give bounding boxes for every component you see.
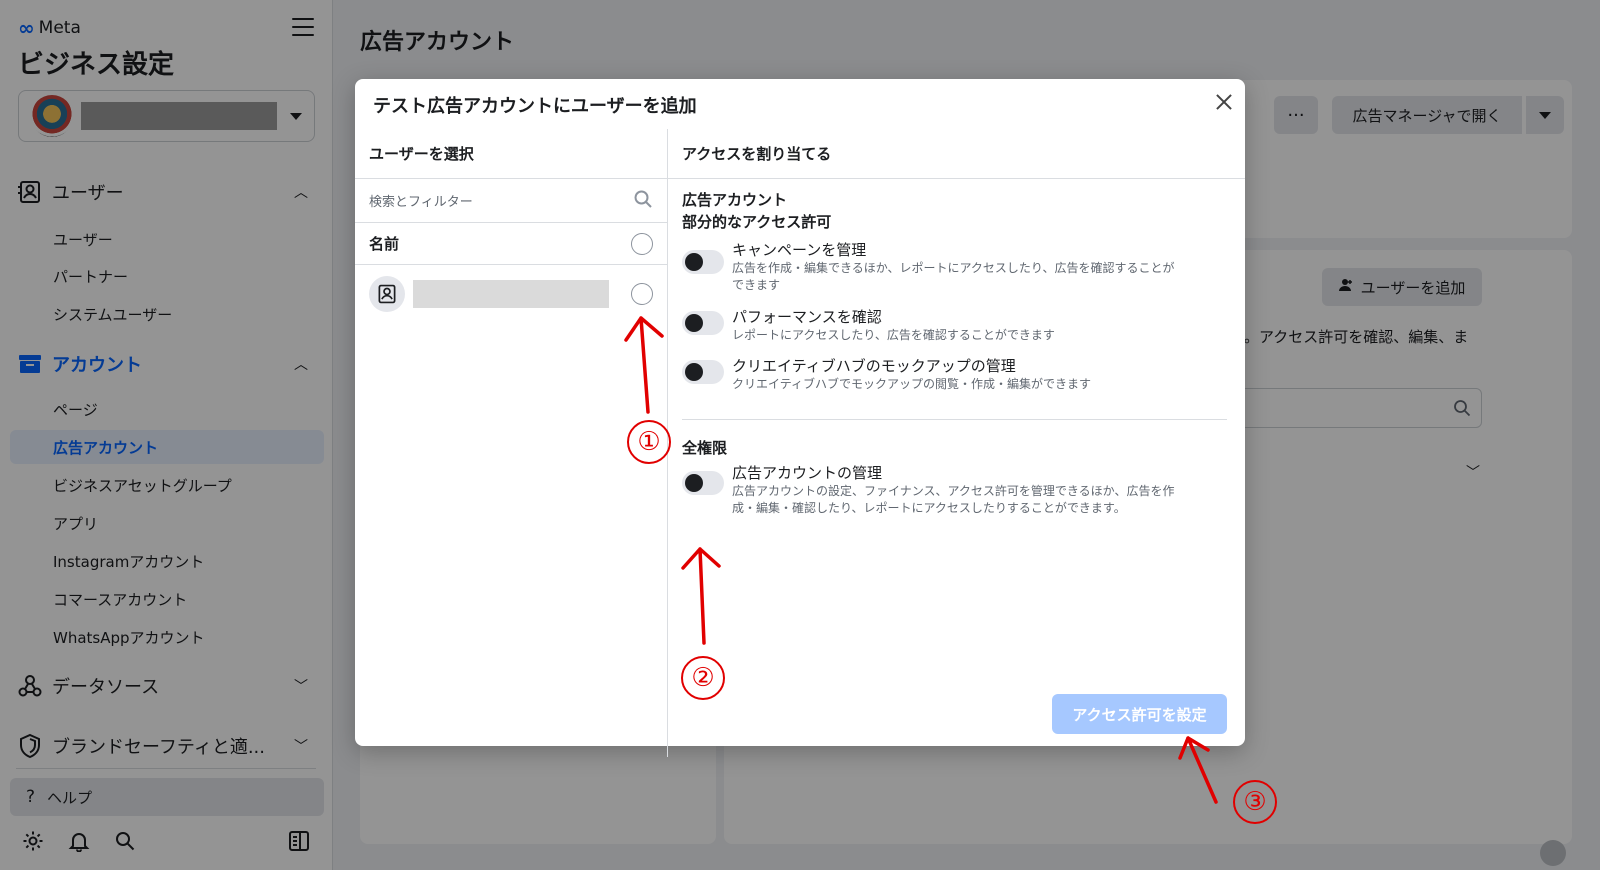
user-avatar xyxy=(369,276,405,312)
select-all-radio[interactable] xyxy=(631,232,653,255)
set-permissions-button[interactable]: アクセス許可を設定 xyxy=(1052,694,1227,734)
permission-manage-mockups: クリエイティブハブのモックアップの管理 クリエイティブハブでモックアップの閲覧・… xyxy=(682,356,1227,393)
permission-description: クリエイティブハブでモックアップの閲覧・作成・編集ができます xyxy=(732,377,1092,391)
permission-view-performance: パフォーマンスを確認 レポートにアクセスしたり、広告を確認することができます xyxy=(682,307,1227,344)
close-icon[interactable] xyxy=(1213,91,1235,113)
add-user-modal: テスト広告アカウントにユーザーを追加 ユーザーを選択 アクセスを割り当てる 検索… xyxy=(355,79,1245,757)
user-search-input[interactable]: 検索とフィルター xyxy=(355,179,667,223)
user-name-redacted xyxy=(413,280,609,308)
name-label: 名前 xyxy=(369,235,400,253)
user-select-radio[interactable] xyxy=(631,283,653,305)
view-performance-toggle[interactable] xyxy=(682,311,724,335)
permission-title: 広告アカウントの管理 xyxy=(732,464,883,482)
annotation-2: ② xyxy=(681,656,725,700)
permission-description-cont: 成・編集・確認したり、レポートにアクセスしたりすることができます。 xyxy=(732,501,1126,515)
permission-description-cont: できます xyxy=(732,278,781,292)
permission-manage-campaigns: キャンペーンを管理 広告を作成・編集できるほか、レポートにアクセスしたり、広告を… xyxy=(682,240,1227,294)
modal-title: テスト広告アカウントにユーザーを追加 xyxy=(373,96,697,117)
assign-access-header: アクセスを割り当てる xyxy=(682,145,832,163)
permission-title: キャンペーンを管理 xyxy=(732,241,867,259)
search-placeholder: 検索とフィルター xyxy=(369,195,473,210)
permission-group-full: 全権限 xyxy=(682,437,727,459)
search-icon xyxy=(633,189,653,213)
annotation-1: ① xyxy=(627,420,671,464)
permission-description: 広告を作成・編集できるほか、レポートにアクセスしたり、広告を確認することが xyxy=(732,261,1175,275)
name-column-header: 名前 xyxy=(355,223,667,265)
permission-manage-ad-account: 広告アカウントの管理 広告アカウントの設定、ファイナンス、アクセス許可を管理でき… xyxy=(682,463,1227,517)
group-title: 広告アカウント xyxy=(682,191,788,209)
permission-title: パフォーマンスを確認 xyxy=(732,308,882,326)
group-title: 全権限 xyxy=(682,439,728,457)
group-subtitle: 部分的なアクセス許可 xyxy=(682,213,832,231)
manage-mockups-toggle[interactable] xyxy=(682,360,724,384)
manage-ad-account-toggle[interactable] xyxy=(682,471,724,495)
permission-divider xyxy=(682,419,1227,420)
permission-description: 広告アカウントの設定、ファイナンス、アクセス許可を管理できるほか、広告を作 xyxy=(732,484,1175,498)
permission-title: クリエイティブハブのモックアップの管理 xyxy=(732,357,1016,375)
permission-group-partial: 広告アカウント 部分的なアクセス許可 xyxy=(682,189,831,233)
permission-description: レポートにアクセスしたり、広告を確認することができます xyxy=(732,328,1055,342)
user-list-item[interactable] xyxy=(355,267,667,321)
select-user-header: ユーザーを選択 xyxy=(369,145,474,163)
manage-campaigns-toggle[interactable] xyxy=(682,250,724,274)
annotation-3: ③ xyxy=(1233,780,1277,824)
